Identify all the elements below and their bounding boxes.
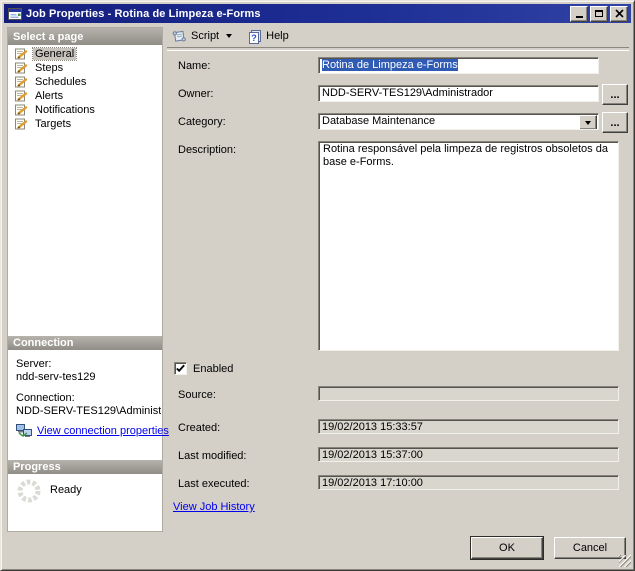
last-executed-label: Last executed: — [178, 478, 250, 490]
job-properties-icon — [8, 7, 22, 21]
close-icon — [615, 9, 624, 18]
sidebar-item-label: General — [33, 48, 76, 60]
minimize-icon — [576, 16, 583, 18]
script-icon — [172, 29, 187, 43]
sidebar-item-general[interactable]: General — [8, 47, 162, 61]
close-button[interactable] — [610, 6, 628, 22]
server-label: Server: — [16, 358, 51, 370]
enabled-checkbox[interactable] — [174, 362, 187, 375]
progress-spinner-icon — [16, 478, 42, 504]
name-input-selected-text: Rotina de Limpeza e-Forms — [322, 59, 458, 71]
toolbar: Script ? Help — [169, 26, 292, 46]
resize-grip[interactable] — [619, 555, 631, 567]
page-icon — [15, 62, 28, 74]
connection-properties-icon — [16, 424, 32, 437]
name-label: Name: — [178, 60, 210, 72]
help-icon: ? — [248, 29, 262, 44]
enabled-label: Enabled — [193, 363, 233, 375]
maximize-icon — [595, 10, 603, 17]
owner-input[interactable]: NDD-SERV-TES129\Administrador — [318, 85, 599, 102]
created-label: Created: — [178, 422, 220, 434]
sidebar-item-label: Steps — [33, 62, 65, 74]
maximize-button[interactable] — [590, 6, 608, 22]
page-icon — [15, 76, 28, 88]
script-button[interactable]: Script — [169, 28, 235, 44]
sidebar-item-label: Notifications — [33, 104, 97, 116]
titlebar: Job Properties - Rotina de Limpeza e-For… — [4, 4, 631, 23]
sidebar-item-schedules[interactable]: Schedules — [8, 75, 162, 89]
description-textarea[interactable]: Rotina responsável pela limpeza de regis… — [318, 141, 619, 351]
category-browse-button[interactable]: ... — [602, 112, 628, 133]
sidebar-item-label: Schedules — [33, 76, 88, 88]
progress-header: Progress — [8, 460, 162, 474]
owner-browse-button[interactable]: ... — [602, 84, 628, 105]
connection-header: Connection — [8, 336, 162, 350]
server-value: ndd-serv-tes129 — [16, 371, 96, 383]
category-dropdown-button[interactable] — [579, 115, 597, 130]
page-icon — [15, 104, 28, 116]
sidebar-item-notifications[interactable]: Notifications — [8, 103, 162, 117]
category-select[interactable]: Database Maintenance — [318, 113, 599, 130]
category-label: Category: — [178, 116, 226, 128]
sidebar-item-label: Alerts — [33, 90, 65, 102]
script-button-label: Script — [191, 30, 219, 42]
toolbar-separator — [167, 47, 629, 51]
progress-status: Ready — [50, 484, 82, 496]
view-job-history-link[interactable]: View Job History — [173, 501, 255, 513]
page-icon — [15, 118, 28, 130]
sidebar-item-steps[interactable]: Steps — [8, 61, 162, 75]
connection-label: Connection: — [16, 392, 75, 404]
source-field — [318, 386, 619, 401]
left-panel: Select a page General Steps Schedules Al… — [7, 27, 163, 532]
chevron-down-icon — [585, 121, 591, 125]
cancel-button[interactable]: Cancel — [554, 537, 626, 559]
sidebar-item-targets[interactable]: Targets — [8, 117, 162, 131]
svg-text:?: ? — [251, 33, 257, 43]
view-connection-properties-link[interactable]: View connection properties — [37, 425, 169, 437]
minimize-button[interactable] — [570, 6, 588, 22]
page-icon — [15, 90, 28, 102]
created-field: 19/02/2013 15:33:57 — [318, 419, 619, 434]
last-modified-field: 19/02/2013 15:37:00 — [318, 447, 619, 462]
category-selected-value: Database Maintenance — [322, 115, 435, 127]
ok-button[interactable]: OK — [471, 537, 543, 559]
caption-buttons — [570, 6, 629, 22]
window-title: Job Properties - Rotina de Limpeza e-For… — [26, 8, 261, 20]
name-input[interactable]: Rotina de Limpeza e-Forms — [318, 57, 599, 74]
select-a-page-header: Select a page — [8, 28, 162, 45]
page-nav-list: General Steps Schedules Alerts Notificat… — [8, 47, 162, 131]
script-dropdown-arrow-icon — [226, 34, 232, 38]
last-modified-label: Last modified: — [178, 450, 246, 462]
progress-panel: Ready — [8, 474, 162, 531]
help-button[interactable]: ? Help — [245, 28, 292, 45]
checkmark-icon — [175, 363, 186, 374]
description-label: Description: — [178, 144, 236, 156]
sidebar-item-alerts[interactable]: Alerts — [8, 89, 162, 103]
page-icon — [15, 48, 28, 60]
last-executed-field: 19/02/2013 17:10:00 — [318, 475, 619, 490]
sidebar-item-label: Targets — [33, 118, 73, 130]
source-label: Source: — [178, 389, 216, 401]
job-properties-dialog: Job Properties - Rotina de Limpeza e-For… — [0, 0, 635, 571]
help-button-label: Help — [266, 30, 289, 42]
owner-label: Owner: — [178, 88, 213, 100]
connection-value: NDD-SERV-TES129\Administrador — [16, 405, 161, 417]
